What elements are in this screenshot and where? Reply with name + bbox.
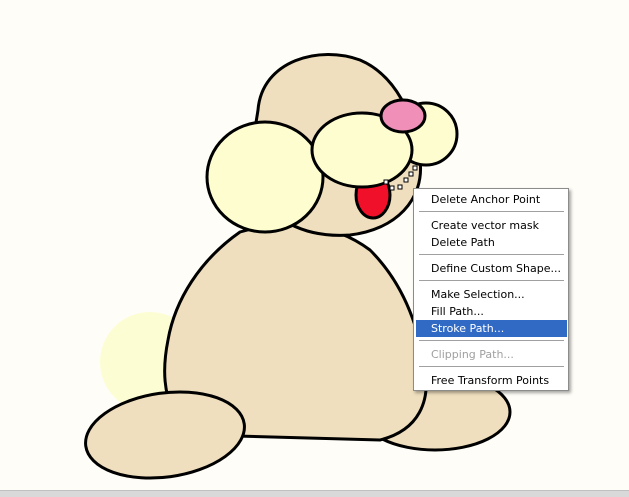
anchor-point[interactable] <box>412 165 418 171</box>
nose <box>379 98 427 134</box>
anchor-point[interactable] <box>403 177 409 183</box>
left-cheek <box>205 120 325 234</box>
context-menu[interactable]: Delete Anchor Point Create vector mask D… <box>413 188 569 391</box>
menu-separator <box>419 366 564 367</box>
menu-separator <box>419 340 564 341</box>
menu-item-clipping-path: Clipping Path... <box>431 348 514 361</box>
menu-separator <box>419 254 564 255</box>
menu-item-define-custom-shape[interactable]: Define Custom Shape... <box>416 260 567 277</box>
menu-separator <box>419 280 564 281</box>
menu-item-delete-anchor-point[interactable]: Delete Anchor Point <box>416 191 567 208</box>
menu-item-create-vector-mask[interactable]: Create vector mask <box>416 217 567 234</box>
anchor-point[interactable] <box>383 179 389 185</box>
menu-item-make-selection[interactable]: Make Selection... <box>416 286 567 303</box>
menu-separator <box>419 211 564 212</box>
anchor-point[interactable] <box>389 185 395 191</box>
menu-item-fill-path[interactable]: Fill Path... <box>416 303 567 320</box>
menu-item-delete-path[interactable]: Delete Path <box>416 234 567 251</box>
menu-item-stroke-path[interactable]: Stroke Path... <box>416 320 567 337</box>
menu-item-free-transform-points[interactable]: Free Transform Points <box>416 372 567 389</box>
anchor-point[interactable] <box>397 184 403 190</box>
anchor-point[interactable] <box>408 171 414 177</box>
